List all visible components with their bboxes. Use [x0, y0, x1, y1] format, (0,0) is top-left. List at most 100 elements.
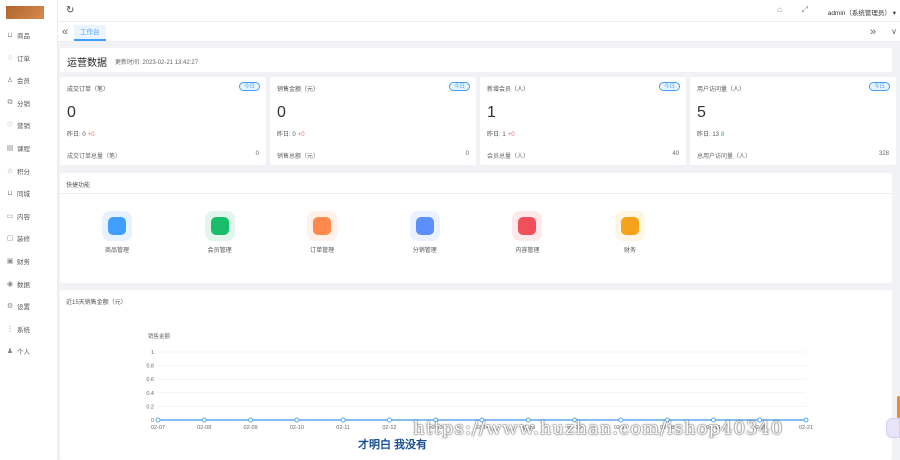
- period-badge[interactable]: 今日: [448, 82, 470, 91]
- stat-value: 1: [487, 104, 496, 121]
- tag-icon[interactable]: ⌂: [777, 5, 782, 14]
- location-icon: ⊔: [7, 190, 13, 198]
- delta-value: +0: [297, 132, 305, 138]
- share-icon: ⧉: [7, 98, 13, 106]
- tab-bar: « 工作台 » ∨: [58, 22, 900, 42]
- logo[interactable]: [6, 6, 44, 19]
- sidebar-item-label: 商品: [17, 33, 30, 40]
- yesterday-label: 昨日:: [697, 132, 711, 138]
- users-icon: [210, 217, 229, 235]
- sidebar-item-12[interactable]: ⚙ 设置: [0, 297, 58, 315]
- x-tick-label: 02-11: [336, 425, 350, 431]
- yesterday-label: 昨日:: [67, 132, 81, 138]
- yesterday-value: 0: [82, 132, 86, 138]
- quick-item[interactable]: 财务: [600, 211, 660, 254]
- data-point: [155, 417, 161, 423]
- fullscreen-icon[interactable]: ⤢: [802, 5, 808, 15]
- bag-icon: ⊔: [7, 32, 13, 39]
- system-icon: ⋮: [6, 325, 14, 333]
- sidebar-item-2[interactable]: ♙ 会员: [0, 71, 58, 89]
- stat-card: 销售金额（元） 今日 0 昨日: 0 +0 销售总额（元） 0: [270, 77, 476, 165]
- quick-icon-box: [307, 211, 338, 241]
- sidebar-item-label: 营销: [17, 123, 30, 131]
- quick-icon-box: [615, 211, 645, 241]
- y-tick-label: 0: [151, 418, 154, 424]
- period-badge[interactable]: 今日: [658, 82, 680, 91]
- sidebar-item-11[interactable]: ◉ 数据: [0, 275, 58, 293]
- sidebar-item-0[interactable]: ⊔ 商品: [0, 26, 58, 44]
- sidebar-item-3[interactable]: ⧉ 分销: [0, 94, 58, 112]
- data-point: [386, 417, 392, 423]
- user-menu[interactable]: admin（系统管理员） ▾: [828, 7, 896, 17]
- float-service-button[interactable]: [886, 418, 900, 438]
- period-badge[interactable]: 今日: [868, 82, 890, 91]
- sidebar-item-10[interactable]: ▣ 财务: [0, 252, 58, 270]
- sidebar-item-4[interactable]: ♡ 营销: [0, 116, 58, 134]
- quick-title: 快捷功能: [66, 183, 91, 189]
- sidebar-item-8[interactable]: ▭ 内容: [0, 207, 58, 225]
- total-label: 销售总额（元）: [277, 154, 320, 160]
- tabs-next-icon[interactable]: »: [870, 22, 882, 42]
- y-tick-label: 0.2: [146, 404, 154, 410]
- sidebar-item-7[interactable]: ⊔ 同城: [0, 184, 58, 202]
- quick-item[interactable]: 商品管理: [87, 211, 147, 254]
- finance-icon: [621, 217, 639, 235]
- heart-icon: ♡: [6, 122, 14, 130]
- quick-item[interactable]: 会员管理: [190, 211, 250, 254]
- y-axis-label: 销售金额: [148, 332, 171, 340]
- sidebar-item-14[interactable]: ♟ 个人: [0, 342, 58, 360]
- x-tick-label: 02-09: [244, 425, 258, 431]
- delta-value: 8: [721, 132, 725, 138]
- watermark-url: https://www.huzhan.com/ishop40340: [413, 418, 784, 439]
- refresh-icon[interactable]: ↻: [66, 5, 74, 16]
- sidebar-item-label: 内容: [17, 213, 30, 221]
- gear-icon: ⚙: [6, 303, 14, 311]
- order-icon: [313, 217, 332, 235]
- sidebar-item-label: 会员: [17, 78, 30, 86]
- sidebar-item-6[interactable]: ☆ 积分: [0, 162, 58, 180]
- total-value: 40: [672, 151, 679, 157]
- sidebar-item-label: 分销: [17, 100, 30, 108]
- page-title: 运营数据: [67, 58, 107, 69]
- data-point: [340, 417, 346, 423]
- book-icon: ▤: [6, 145, 14, 152]
- sidebar-item-9[interactable]: ▢ 装修: [0, 229, 58, 247]
- quick-item[interactable]: 内容管理: [497, 211, 557, 254]
- sidebar-item-label: 系统: [17, 326, 30, 334]
- sidebar-item-1[interactable]: ♢ 订单: [0, 49, 58, 67]
- yesterday-label: 昨日:: [277, 132, 291, 138]
- stat-label: 销售金额（元）: [277, 87, 320, 93]
- yesterday-value: 13: [712, 132, 720, 138]
- chevron-down-icon[interactable]: ∨: [891, 27, 897, 36]
- divider: [60, 193, 892, 194]
- stat-card: 成交订单（笔） 今日 0 昨日: 0 +0 成交订单总量（笔） 0: [60, 77, 266, 165]
- yesterday-row: 昨日: 13 8: [697, 129, 724, 138]
- sidebar-item-5[interactable]: ▤ 课程: [0, 139, 58, 157]
- total-value: 328: [878, 151, 889, 157]
- tabs-prev-icon[interactable]: «: [58, 22, 72, 42]
- quick-icon-box: [102, 211, 132, 241]
- period-badge[interactable]: 今日: [238, 82, 260, 91]
- stat-card: 用户访问量（人） 今日 5 昨日: 13 8 总用户访问量（人） 328: [690, 77, 896, 165]
- sidebar: ⊔ 商品 ♢ 订单 ♙ 会员 ⧉ 分销 ♡ 营销 ▤ 课程 ☆ 积分 ⊔ 同城 ▭ 内容 ▢ 装修 ▣ 财务 ◉ 数据 ⚙ 设置 ⋮…: [0, 0, 58, 460]
- ops-header: 运营数据 更新时间: 2023-02-21 13:42:27: [60, 48, 892, 72]
- delta-value: +0: [507, 132, 515, 138]
- quick-item[interactable]: 分销管理: [395, 211, 455, 254]
- stat-label: 成交订单（笔）: [67, 87, 110, 93]
- quick-label: 分销管理: [412, 248, 437, 254]
- yesterday-row: 昨日: 0 +0: [67, 129, 95, 138]
- y-tick-label: 1: [151, 350, 154, 356]
- sidebar-item-label: 同城: [17, 191, 30, 199]
- y-tick-label: 0.6: [146, 377, 154, 383]
- sidebar-item-label: 装修: [17, 236, 30, 244]
- stat-label: 用户访问量（人）: [697, 87, 746, 93]
- data-point: [803, 417, 809, 423]
- tab-workbench[interactable]: 工作台: [74, 25, 106, 41]
- y-tick-label: 0.4: [146, 391, 154, 397]
- total-label: 总用户访问量（人）: [697, 154, 752, 160]
- megaphone-icon: [415, 217, 434, 235]
- y-tick-label: 0.8: [146, 364, 154, 370]
- quick-item[interactable]: 订单管理: [292, 211, 352, 254]
- palette-icon: ▢: [6, 235, 14, 243]
- sidebar-item-13[interactable]: ⋮ 系统: [0, 320, 58, 338]
